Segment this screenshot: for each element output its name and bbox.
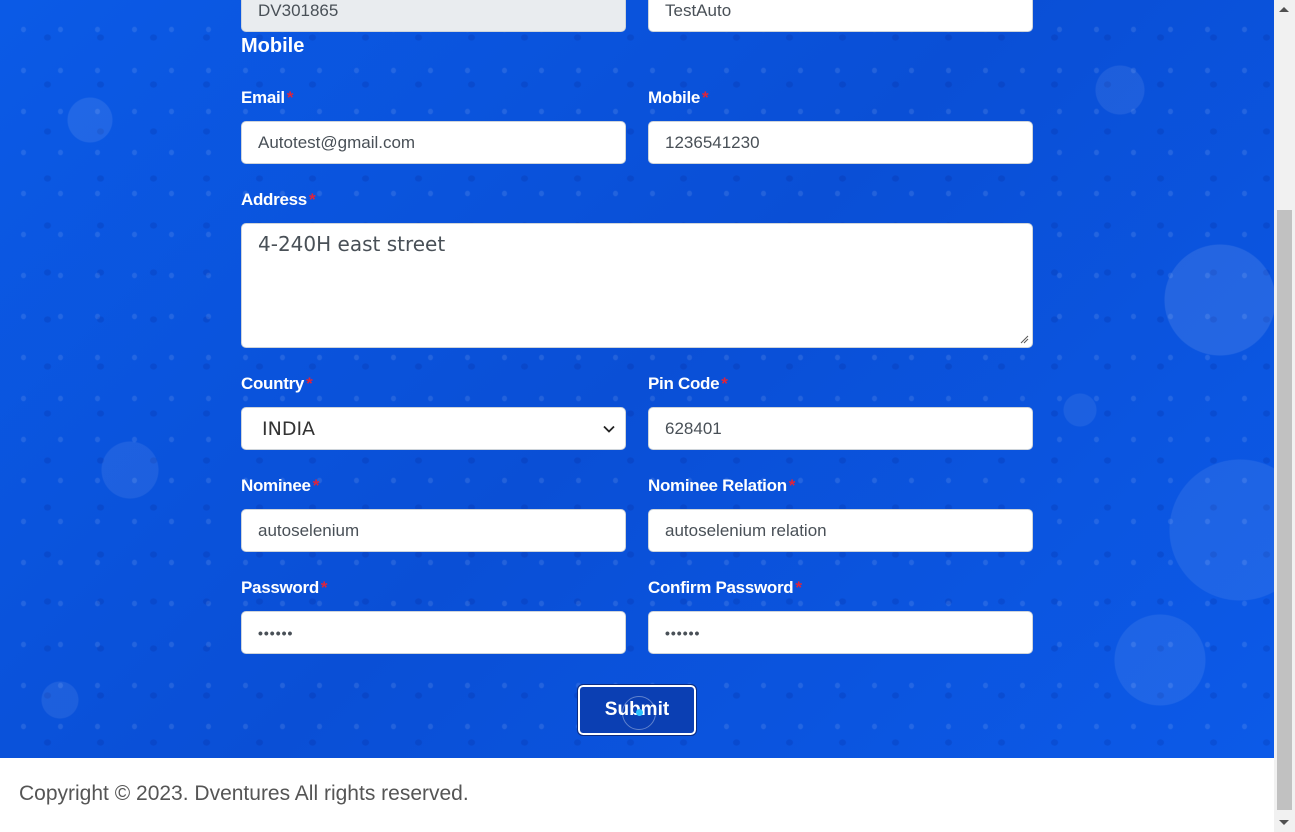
email-label-text: Email (241, 88, 285, 107)
email-value: Autotest@gmail.com (258, 132, 416, 152)
required-asterisk: * (312, 476, 320, 495)
required-asterisk: * (320, 578, 328, 597)
pin-code-value: 628401 (665, 418, 722, 438)
pin-code-field[interactable]: 628401 (648, 407, 1033, 450)
password-label-text: Password (241, 578, 319, 597)
password-label: Password * (241, 578, 328, 598)
copyright-text: Copyright © 2023. Dventures All rights r… (19, 782, 469, 805)
required-asterisk: * (306, 374, 313, 393)
email-field[interactable]: Autotest@gmail.com (241, 121, 626, 164)
required-asterisk: * (721, 374, 728, 393)
country-label: Country * (241, 374, 313, 394)
nominee-relation-field[interactable]: autoselenium relation (648, 509, 1033, 552)
mobile-label-text: Mobile (648, 88, 701, 107)
country-selected-value: INDIA (262, 417, 316, 440)
scroll-down-arrow-icon[interactable] (1279, 820, 1289, 825)
mobile-field[interactable]: 1236541230 (648, 121, 1033, 164)
scroll-up-arrow-icon[interactable] (1279, 7, 1289, 12)
required-asterisk: * (286, 88, 294, 107)
nominee-label-text: Nominee (241, 476, 311, 495)
required-asterisk: * (308, 190, 316, 209)
water-drop-background: DV301865 TestAuto Mobile Email * Autotest… (0, 0, 1274, 758)
password-field[interactable]: •••••• (241, 611, 626, 654)
name-field[interactable]: TestAuto (648, 0, 1033, 32)
nominee-relation-label-text: Nominee Relation (648, 476, 787, 495)
country-select[interactable]: INDIA (241, 407, 626, 450)
address-textarea[interactable]: 4-240H east street (241, 223, 1033, 348)
confirm-password-field[interactable]: •••••• (648, 611, 1033, 654)
mobile-value: 1236541230 (665, 132, 760, 152)
pin-code-label: Pin Code * (648, 374, 728, 394)
member-id-field: DV301865 (241, 0, 626, 32)
vertical-scrollbar[interactable] (1274, 0, 1295, 832)
cursor-dot-indicator (636, 709, 643, 716)
scrollbar-thumb[interactable] (1277, 210, 1292, 810)
nominee-relation-label: Nominee Relation * (648, 476, 795, 496)
mobile-label: Mobile * (648, 88, 709, 108)
address-label-text: Address (241, 190, 307, 209)
nominee-relation-value: autoselenium relation (665, 520, 827, 540)
nominee-label: Nominee * (241, 476, 319, 496)
section-title: Mobile (241, 35, 305, 57)
confirm-password-label: Confirm Password * (648, 578, 802, 598)
registration-page: DV301865 TestAuto Mobile Email * Autotest… (0, 0, 1295, 832)
required-asterisk: * (795, 578, 802, 597)
required-asterisk: * (702, 88, 709, 107)
chevron-down-icon (603, 425, 615, 433)
footer: Copyright © 2023. Dventures All rights r… (0, 758, 1274, 832)
email-label: Email * (241, 88, 294, 108)
resize-grip-icon[interactable] (1020, 335, 1029, 344)
address-label: Address * (241, 190, 316, 210)
nominee-value: autoselenium (258, 520, 360, 540)
country-label-text: Country (241, 374, 305, 393)
address-value: 4-240H east street (258, 232, 446, 256)
nominee-field[interactable]: autoselenium (241, 509, 626, 552)
pin-code-label-text: Pin Code (648, 374, 720, 393)
name-value: TestAuto (665, 0, 732, 20)
confirm-password-label-text: Confirm Password (648, 578, 794, 597)
confirm-password-masked-value: •••••• (665, 624, 701, 641)
required-asterisk: * (788, 476, 796, 495)
member-id-value: DV301865 (258, 0, 339, 20)
password-masked-value: •••••• (258, 624, 294, 641)
